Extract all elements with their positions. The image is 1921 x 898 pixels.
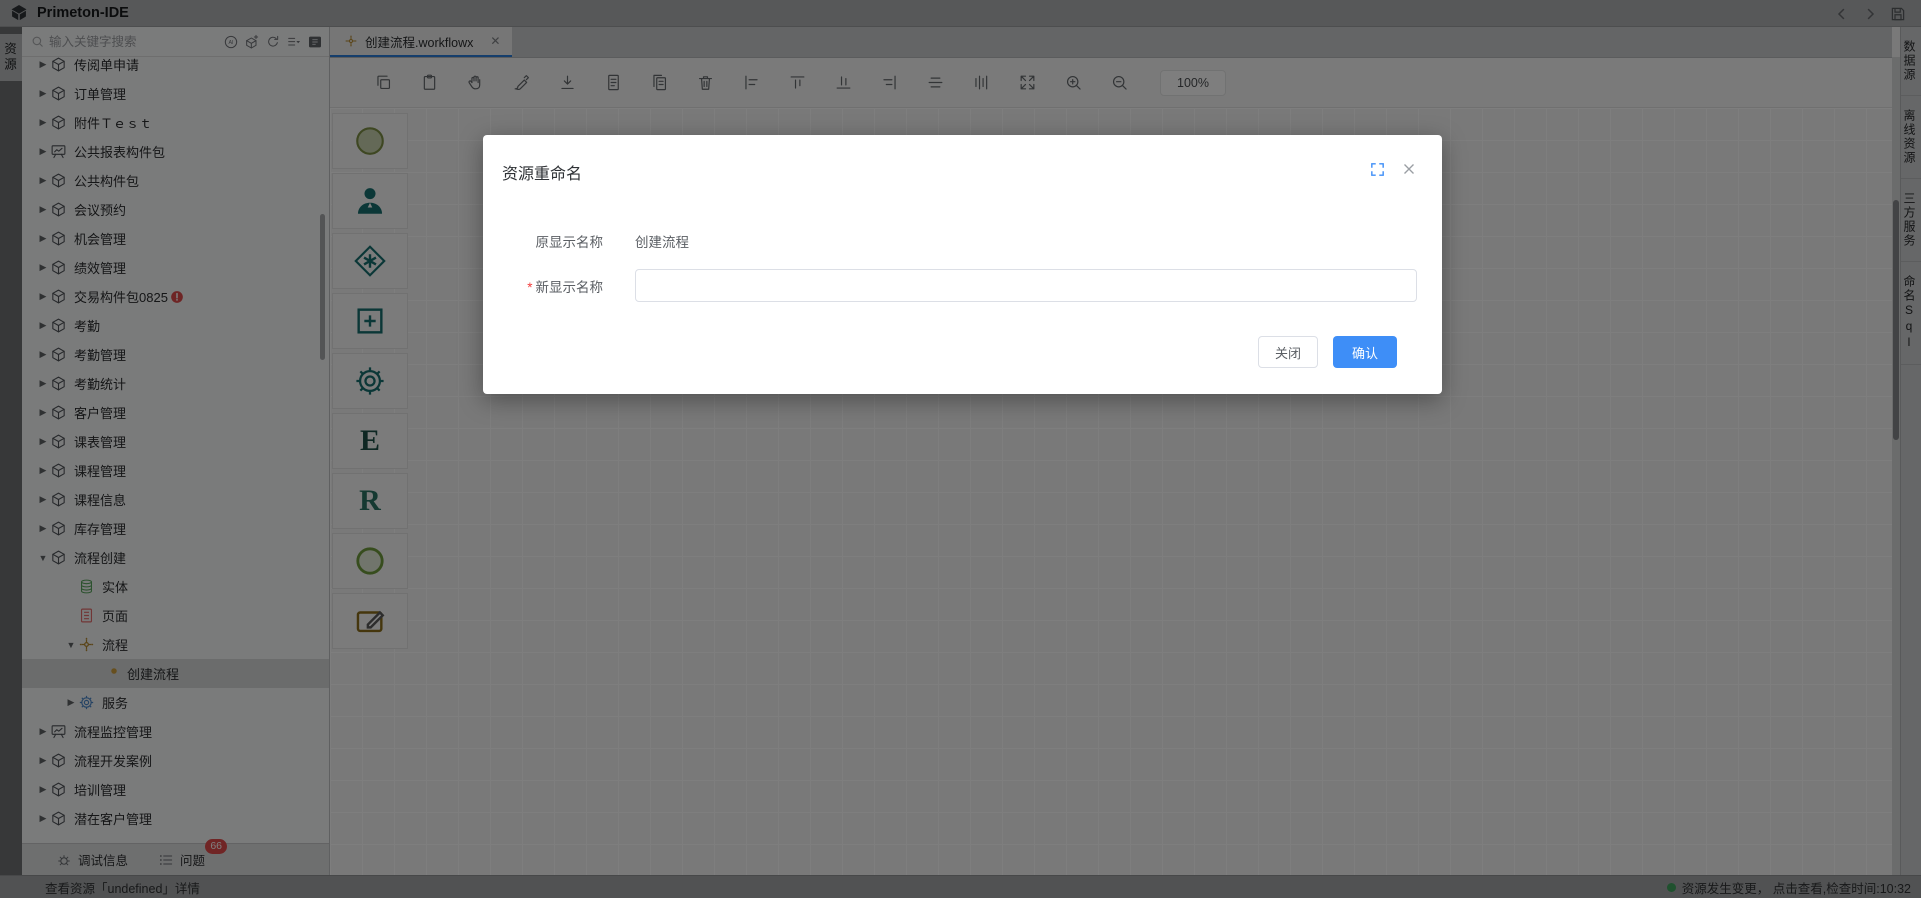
- close-button[interactable]: 关闭: [1258, 336, 1318, 368]
- rename-dialog: 资源重命名 原显示名称 创建流程 *新显示名称 关闭 确认: [483, 135, 1442, 394]
- new-name-row: *新显示名称: [483, 269, 1442, 302]
- old-name-row: 原显示名称 创建流程: [483, 231, 1442, 251]
- fullscreen-icon[interactable]: [1369, 161, 1386, 178]
- primeton-ide-window: Primeton-IDE 资源 AI ▶传阅单申请▶订单管理▶附件Ｔｅｓｔ▶公共…: [0, 0, 1921, 898]
- required-mark: *: [527, 280, 532, 295]
- confirm-button[interactable]: 确认: [1333, 336, 1397, 368]
- close-icon[interactable]: [1400, 160, 1418, 178]
- dialog-footer: 关闭 确认: [1258, 336, 1397, 368]
- dialog-title: 资源重命名: [502, 160, 582, 184]
- new-name-label: *新显示名称: [483, 276, 603, 296]
- new-display-name-input[interactable]: [635, 269, 1417, 302]
- old-name-value: 创建流程: [635, 231, 689, 251]
- old-name-label: 原显示名称: [483, 231, 603, 251]
